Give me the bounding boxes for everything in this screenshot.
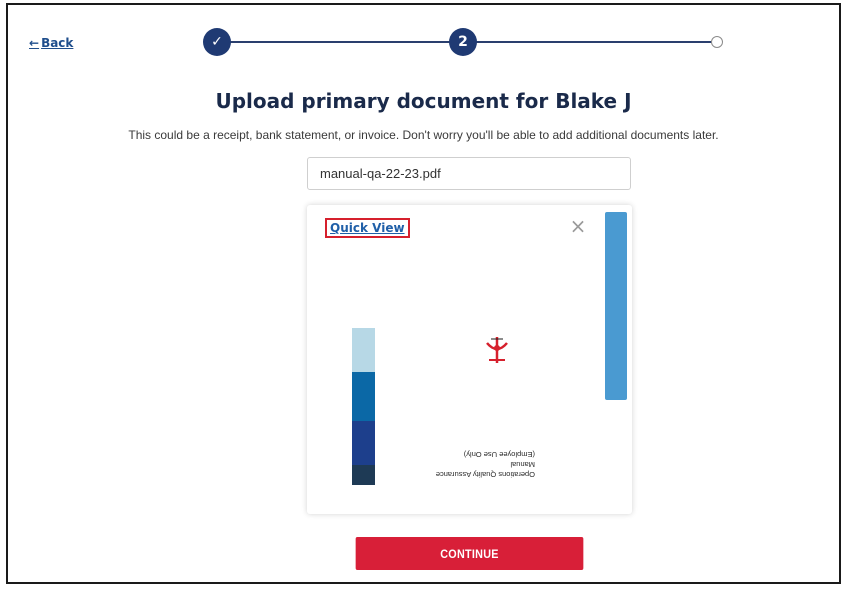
doc-line-1: Operations Quality Assurance	[435, 470, 535, 479]
page-subtitle: This could be a receipt, bank statement,…	[128, 128, 719, 142]
continue-button[interactable]: CONTINUE	[355, 537, 584, 570]
back-label: Back	[41, 36, 74, 50]
stepper-line-1	[226, 41, 456, 43]
doc-color-band-dark	[352, 465, 375, 485]
document-preview-card: Quick View × Operations Quality Assuranc…	[307, 205, 632, 514]
doc-thumbnail-text: Operations Quality Assurance Manual (Emp…	[385, 449, 535, 479]
back-link[interactable]: ← Back	[29, 36, 73, 50]
file-name-field[interactable]	[307, 157, 631, 190]
close-icon[interactable]: ×	[569, 216, 587, 236]
doc-logo-icon	[486, 337, 508, 363]
step-2-number: 2	[458, 34, 468, 50]
back-arrow-icon: ←	[29, 36, 40, 50]
doc-color-band-blue	[352, 372, 375, 421]
doc-color-band-light	[352, 328, 375, 372]
app-frame: ← Back ✓ 2 Upload primary document for Bl…	[6, 3, 841, 584]
step-3-pending	[711, 36, 723, 48]
doc-color-band-navy	[352, 421, 375, 465]
quick-view-link[interactable]: Quick View	[325, 218, 410, 238]
check-icon: ✓	[211, 34, 223, 50]
step-2-current: 2	[449, 28, 477, 56]
doc-line-3: (Employee Use Only)	[463, 450, 535, 459]
stepper-line-2	[474, 41, 714, 43]
doc-line-2: Manual	[510, 460, 535, 469]
step-1-complete: ✓	[203, 28, 231, 56]
page-title: Upload primary document for Blake J	[215, 89, 632, 113]
preview-scrollbar[interactable]	[605, 212, 627, 400]
